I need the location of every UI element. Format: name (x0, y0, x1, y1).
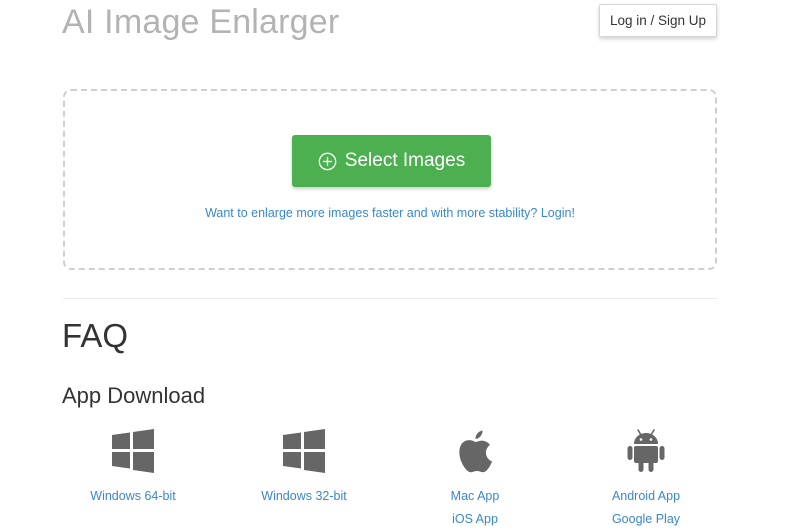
select-images-label: Select Images (344, 150, 466, 171)
apple-icon (459, 430, 492, 473)
windows-icon (283, 429, 325, 473)
windows-64-link[interactable]: Windows 64-bit (58, 488, 208, 505)
download-item-windows-64: Windows 64-bit (58, 428, 208, 505)
android-app-link[interactable]: Android App (571, 488, 721, 505)
windows-32-link[interactable]: Windows 32-bit (229, 488, 379, 505)
login-prompt-link[interactable]: Want to enlarge more images faster and w… (65, 206, 715, 220)
faq-heading: FAQ (62, 317, 129, 354)
page: AI Image Enlarger Log in / Sign Up Selec… (0, 0, 800, 529)
ios-app-link[interactable]: iOS App (400, 511, 550, 528)
download-item-windows-32: Windows 32-bit (229, 428, 379, 505)
app-download-heading: App Download (62, 383, 206, 408)
image-drop-zone[interactable]: Select Images Want to enlarge more image… (63, 89, 717, 270)
download-item-apple: Mac App iOS App (400, 428, 550, 528)
plus-circle-icon (318, 152, 337, 170)
mac-app-link[interactable]: Mac App (400, 488, 550, 505)
windows-icon (112, 429, 154, 473)
login-signup-button[interactable]: Log in / Sign Up (599, 4, 717, 37)
google-play-link[interactable]: Google Play (571, 511, 721, 528)
select-images-button[interactable]: Select Images (292, 135, 491, 187)
download-item-android: Android App Google Play (571, 428, 721, 528)
android-icon (627, 429, 665, 472)
section-divider (63, 298, 717, 299)
app-title: AI Image Enlarger (62, 3, 340, 41)
